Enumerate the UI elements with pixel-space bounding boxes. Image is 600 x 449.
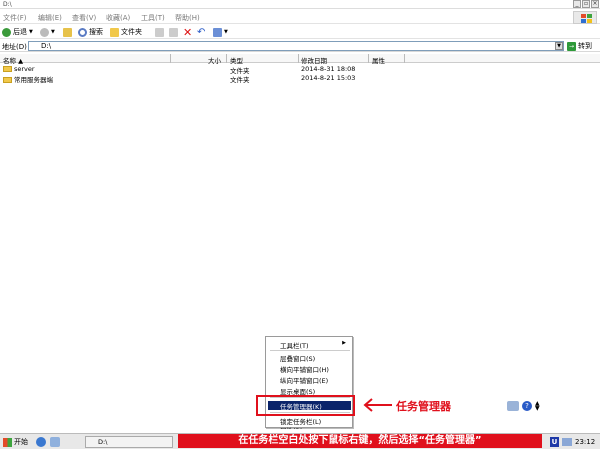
show-desktop-icon[interactable] xyxy=(50,437,60,447)
go-button[interactable]: → 转到 xyxy=(567,41,592,51)
menu-tools[interactable]: 工具(T) xyxy=(141,13,165,23)
menu-edit[interactable]: 编辑(E) xyxy=(38,13,62,23)
menu-file[interactable]: 文件(F) xyxy=(3,13,27,23)
start-label: 开始 xyxy=(14,438,28,446)
input-method-icon[interactable]: U xyxy=(550,436,559,447)
submenu-arrow-icon: ▶ xyxy=(342,340,346,346)
up-folder-icon xyxy=(63,27,72,37)
network-tray-icon[interactable] xyxy=(562,437,572,446)
address-input[interactable]: D:\ xyxy=(28,41,564,51)
back-arrow-icon xyxy=(2,27,11,37)
highlight-box xyxy=(256,395,355,416)
scroll-arrows-icon[interactable]: ▲ ▼ xyxy=(535,401,540,412)
menu-help[interactable]: 帮助(H) xyxy=(175,13,200,23)
menu-favorites[interactable]: 收藏(A) xyxy=(106,13,130,23)
menu-item-tile-horizontal[interactable]: 横向平铺窗口(H) xyxy=(280,364,329,374)
back-button[interactable]: 后退 ▼ xyxy=(2,26,33,38)
delete-button[interactable]: ✕ xyxy=(183,25,193,39)
menu-item-cascade[interactable]: 层叠窗口(S) xyxy=(280,353,315,363)
task-label: D:\ xyxy=(98,438,108,446)
window-title: D:\ xyxy=(3,1,12,8)
file-type: 文件夹 xyxy=(230,76,250,84)
undo-icon: ↶ xyxy=(197,26,206,38)
go-label: 转到 xyxy=(578,42,592,50)
callout-label: 任务管理器 xyxy=(396,400,451,413)
file-name: 常用服务器端 xyxy=(14,76,53,84)
move-to-button[interactable] xyxy=(155,26,164,38)
title-bar: D:\ _ ▫ × xyxy=(0,0,600,9)
clock[interactable]: 23:12 xyxy=(575,438,595,446)
back-label: 后退 xyxy=(13,28,27,36)
menu-item-tile-vertical[interactable]: 纵向平铺窗口(E) xyxy=(280,375,328,385)
address-path: D:\ xyxy=(41,42,52,50)
system-tray: U 23:12 xyxy=(550,435,600,448)
restore-button[interactable]: ▫ xyxy=(582,0,590,8)
copy-to-icon xyxy=(169,27,178,37)
address-bar: 地址(D) D:\ ▼ → 转到 xyxy=(0,40,600,52)
chevron-down-icon: ▼ xyxy=(224,29,228,35)
windows-flag-icon xyxy=(3,437,12,447)
windows-logo-icon xyxy=(573,11,597,24)
network-icon[interactable] xyxy=(507,401,519,411)
chevron-down-icon: ▼ xyxy=(51,29,55,35)
file-modified: 2014-8-21 15:03 xyxy=(301,74,356,82)
file-name: server xyxy=(14,65,35,73)
views-icon xyxy=(213,27,222,37)
folders-button[interactable]: 文件夹 xyxy=(110,26,142,38)
search-icon xyxy=(78,27,87,37)
go-arrow-icon: → xyxy=(567,41,576,51)
menu-item-properties[interactable]: 属性(R) xyxy=(280,425,303,429)
minimize-button[interactable]: _ xyxy=(573,0,581,8)
folder-icon xyxy=(3,77,12,83)
search-label: 搜索 xyxy=(89,28,103,36)
ie-icon[interactable] xyxy=(36,437,46,447)
folder-icon xyxy=(3,66,12,72)
move-to-icon xyxy=(155,27,164,37)
callout-arrow-icon xyxy=(363,398,392,412)
search-button[interactable]: 搜索 xyxy=(78,26,103,38)
forward-button[interactable]: ▼ xyxy=(40,26,55,38)
help-icon[interactable]: ? xyxy=(522,401,532,411)
folder-icon xyxy=(110,27,119,37)
delete-x-icon: ✕ xyxy=(183,25,193,39)
chevron-down-icon: ▼ xyxy=(29,29,33,35)
menu-view[interactable]: 查看(V) xyxy=(72,13,96,23)
taskbar-window-button[interactable]: D:\ xyxy=(85,436,173,448)
forward-arrow-icon xyxy=(40,27,49,37)
copy-to-button[interactable] xyxy=(169,26,178,38)
up-folder-button[interactable] xyxy=(63,26,72,38)
file-list-header: 名称 ▲ 大小 类型 修改日期 属性 xyxy=(0,54,600,65)
file-row[interactable]: server 文件夹 2014-8-31 18:08 xyxy=(0,64,600,75)
close-button[interactable]: × xyxy=(591,0,599,8)
menu-item-toolbars[interactable]: 工具栏(T) xyxy=(280,340,309,350)
file-modified: 2014-8-31 18:08 xyxy=(301,65,356,73)
views-button[interactable]: ▼ xyxy=(213,26,228,38)
address-dropdown-button[interactable]: ▼ xyxy=(555,42,563,50)
start-button[interactable]: 开始 xyxy=(1,436,30,448)
file-row[interactable]: 常用服务器端 文件夹 2014-8-21 15:03 xyxy=(0,73,600,84)
instruction-banner: 在任务栏空白处按下鼠标右键，然后选择“任务管理器” xyxy=(178,434,542,448)
folders-label: 文件夹 xyxy=(121,28,142,36)
undo-button[interactable]: ↶ xyxy=(197,26,205,38)
notification-icons: ? ▲ ▼ xyxy=(507,401,540,412)
address-label: 地址(D) xyxy=(2,43,27,51)
standard-toolbar: 后退 ▼ ▼ 搜索 文件夹 ✕ ↶ ▼ xyxy=(0,25,600,39)
menu-bar: 文件(F) 编辑(E) 查看(V) 收藏(A) 工具(T) 帮助(H) xyxy=(0,10,600,24)
